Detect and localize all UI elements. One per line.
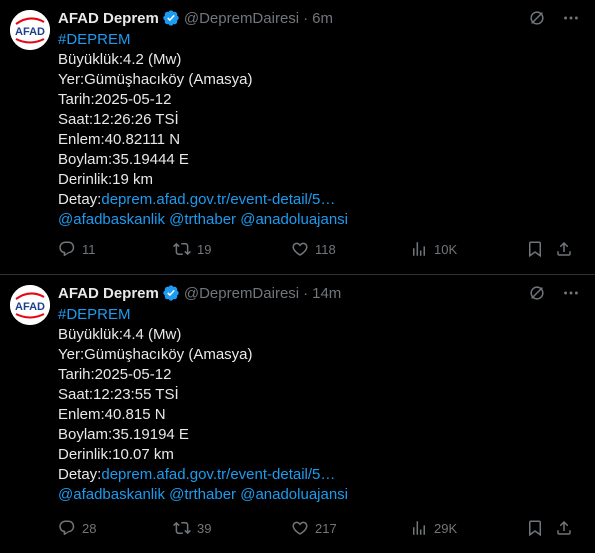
- separator-dot: ·: [303, 284, 309, 302]
- tweet-header: AFAD Deprem @DepremDairesi · 14m: [58, 283, 341, 303]
- share-button[interactable]: [555, 519, 573, 537]
- reply-icon: [59, 241, 75, 257]
- views-count: 29K: [434, 520, 458, 536]
- bookmark-icon: [529, 520, 541, 537]
- mentions-link[interactable]: @afadbaskanlik @trthaber @anadoluajansi: [58, 485, 348, 505]
- reply-icon: [59, 520, 75, 536]
- tweet-top-actions: [527, 8, 581, 28]
- like-count: 118: [315, 241, 336, 257]
- detail-label: Detay:: [58, 466, 102, 483]
- like-button[interactable]: 217: [291, 519, 337, 537]
- grok-icon[interactable]: [527, 8, 547, 28]
- afad-logo: AFAD: [10, 285, 50, 325]
- avatar[interactable]: AFAD: [10, 10, 50, 50]
- like-icon: [292, 242, 308, 256]
- mentions-link[interactable]: @afadbaskanlik @trthaber @anadoluajansi: [58, 210, 348, 230]
- magnitude-line: Büyüklük:4.4 (Mw): [58, 326, 182, 343]
- more-icon[interactable]: [561, 283, 581, 303]
- views-icon: [413, 242, 425, 256]
- detail-link[interactable]: deprem.afad.gov.tr/event-detail/5…: [101, 466, 335, 483]
- tweet-header: AFAD Deprem @DepremDairesi · 6m: [58, 8, 333, 28]
- tweet-body: #DEPREM Büyüklük:4.2 (Mw) Yer:Gümüşhacık…: [58, 30, 348, 230]
- share-icon: [557, 241, 571, 256]
- avatar-text: AFAD: [15, 301, 45, 313]
- bookmark-button[interactable]: [526, 519, 544, 537]
- detail-line: Detay:deprem.afad.gov.tr/event-detail/5…: [58, 190, 348, 210]
- tweet-actions: 28 39 217 29K: [58, 519, 581, 539]
- reply-button[interactable]: 28: [58, 519, 96, 537]
- reply-count: 11: [82, 241, 96, 257]
- depth-line: Derinlik:10.07 km: [58, 446, 174, 463]
- afad-logo: AFAD: [10, 10, 50, 50]
- latitude-line: Enlem:40.82111 N: [58, 131, 181, 148]
- tweet[interactable]: AFAD AFAD Deprem @DepremDairesi · 14m #D…: [0, 275, 595, 553]
- like-button[interactable]: 118: [291, 240, 336, 258]
- views-icon: [413, 521, 425, 535]
- like-icon: [292, 521, 308, 535]
- hashtag-link[interactable]: #DEPREM: [58, 30, 348, 50]
- detail-link[interactable]: deprem.afad.gov.tr/event-detail/5…: [101, 191, 335, 208]
- more-icon[interactable]: [561, 8, 581, 28]
- reply-button[interactable]: 11: [58, 240, 96, 258]
- depth-line: Derinlik:19 km: [58, 171, 154, 188]
- author-handle[interactable]: @DepremDairesi: [184, 285, 299, 302]
- repost-icon: [173, 521, 191, 535]
- author-handle[interactable]: @DepremDairesi: [184, 10, 299, 27]
- tweet-actions: 11 19 118 10K: [58, 240, 581, 260]
- repost-button[interactable]: 19: [173, 240, 211, 258]
- verified-badge-icon: [163, 10, 179, 26]
- location-line: Yer:Gümüşhacıköy (Amasya): [58, 71, 253, 88]
- share-button[interactable]: [555, 240, 573, 258]
- tweet[interactable]: AFAD AFAD Deprem @DepremDairesi · 6m #DE…: [0, 0, 595, 275]
- time-line: Saat:12:23:55 TSİ: [58, 386, 179, 403]
- repost-count: 39: [197, 520, 212, 536]
- share-icon: [557, 520, 571, 535]
- bookmark-button[interactable]: [526, 240, 544, 258]
- time-line: Saat:12:26:26 TSİ: [58, 111, 179, 128]
- tweet-top-actions: [527, 283, 581, 303]
- timestamp[interactable]: 14m: [312, 285, 341, 302]
- timestamp[interactable]: 6m: [312, 10, 333, 27]
- detail-line: Detay:deprem.afad.gov.tr/event-detail/5…: [58, 465, 348, 485]
- like-count: 217: [315, 520, 337, 536]
- views-button[interactable]: 10K: [410, 240, 457, 258]
- repost-button[interactable]: 39: [173, 519, 211, 537]
- views-button[interactable]: 29K: [410, 519, 457, 537]
- author-name[interactable]: AFAD Deprem: [58, 285, 159, 302]
- detail-label: Detay:: [58, 191, 102, 208]
- repost-icon: [173, 242, 191, 256]
- grok-icon[interactable]: [527, 283, 547, 303]
- avatar-text: AFAD: [15, 26, 45, 38]
- date-line: Tarih:2025-05-12: [58, 91, 172, 108]
- reply-count: 28: [82, 520, 97, 536]
- author-name[interactable]: AFAD Deprem: [58, 10, 159, 27]
- avatar[interactable]: AFAD: [10, 285, 50, 325]
- hashtag-link[interactable]: #DEPREM: [58, 305, 348, 325]
- bookmark-icon: [529, 241, 541, 258]
- magnitude-line: Büyüklük:4.2 (Mw): [58, 51, 182, 68]
- date-line: Tarih:2025-05-12: [58, 366, 172, 383]
- verified-badge-icon: [163, 285, 179, 301]
- views-count: 10K: [434, 241, 458, 257]
- longitude-line: Boylam:35.19194 E: [58, 426, 189, 443]
- tweet-body: #DEPREM Büyüklük:4.4 (Mw) Yer:Gümüşhacık…: [58, 305, 348, 505]
- repost-count: 19: [197, 241, 212, 257]
- separator-dot: ·: [303, 9, 309, 27]
- longitude-line: Boylam:35.19444 E: [58, 151, 189, 168]
- latitude-line: Enlem:40.815 N: [58, 406, 166, 423]
- location-line: Yer:Gümüşhacıköy (Amasya): [58, 346, 253, 363]
